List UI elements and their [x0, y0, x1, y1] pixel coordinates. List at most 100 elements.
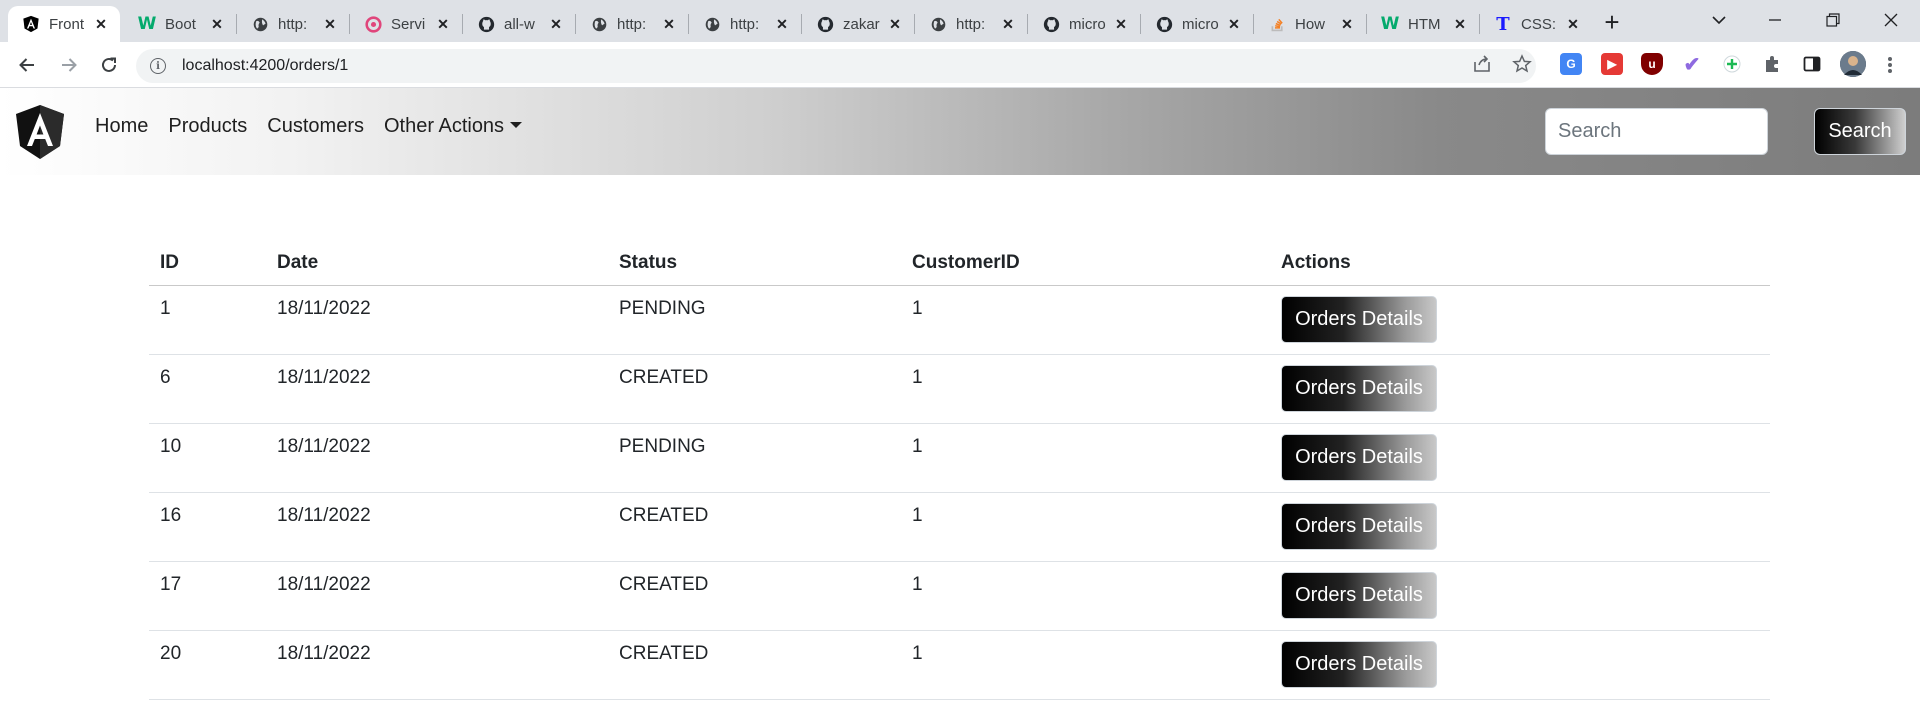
tab-search-icon[interactable]	[1696, 4, 1742, 36]
cell-customer-id: 1	[901, 491, 1270, 562]
browser-toolbar: i localhost:4200/orders/1 G ▶ u ✔	[0, 42, 1920, 88]
browser-tab[interactable]: http: ✕	[915, 6, 1027, 42]
table-row: 10 18/11/2022 PENDING 1 Orders Details	[149, 423, 1770, 493]
side-panel-icon[interactable]	[1801, 53, 1823, 75]
address-bar[interactable]: i localhost:4200/orders/1	[136, 49, 1536, 83]
close-icon[interactable]: ✕	[1112, 15, 1130, 33]
close-icon[interactable]: ✕	[1338, 15, 1356, 33]
tab-title: zakar	[843, 15, 880, 33]
orders-details-button[interactable]: Orders Details	[1281, 571, 1437, 619]
plus-extension-icon[interactable]	[1721, 53, 1743, 75]
github-icon	[816, 15, 834, 33]
close-icon[interactable]: ✕	[434, 15, 452, 33]
close-icon[interactable]: ✕	[999, 15, 1017, 33]
star-icon[interactable]	[1510, 52, 1534, 76]
tab-title: micro	[1069, 15, 1106, 33]
video-extension-icon[interactable]: ▶	[1601, 53, 1623, 75]
url-text: localhost:4200/orders/1	[182, 57, 349, 74]
tab-title: HTM	[1408, 15, 1441, 33]
browser-tab[interactable]: W Boot ✕	[124, 6, 236, 42]
browser-tab[interactable]: How ✕	[1254, 6, 1366, 42]
close-icon[interactable]: ✕	[321, 15, 339, 33]
new-tab-button[interactable]: +	[1598, 7, 1626, 37]
search-input[interactable]	[1545, 108, 1768, 155]
close-icon[interactable]: ✕	[886, 15, 904, 33]
cell-customer-id: 1	[901, 630, 1270, 700]
browser-tab[interactable]: http: ✕	[689, 6, 801, 42]
github-icon	[1155, 15, 1173, 33]
cell-date: 18/11/2022	[266, 561, 608, 631]
table-row: 1 18/11/2022 PENDING 1 Orders Details	[149, 285, 1770, 355]
translate-extension-icon[interactable]: G	[1560, 53, 1582, 75]
other-actions-dropdown[interactable]: Other Actions	[384, 115, 523, 138]
extensions-puzzle-icon[interactable]	[1761, 53, 1783, 75]
ublock-icon[interactable]: u	[1641, 53, 1663, 75]
stackoverflow-icon	[1268, 15, 1286, 33]
t-logo-icon: T	[1496, 13, 1510, 35]
cell-id: 1	[149, 285, 266, 355]
checkmark-extension-icon[interactable]: ✔	[1681, 53, 1703, 76]
reload-icon[interactable]	[94, 50, 124, 80]
github-icon	[477, 15, 495, 33]
cell-actions: Orders Details	[1270, 491, 1770, 562]
forward-arrow-icon[interactable]	[54, 50, 84, 80]
cell-status: PENDING	[608, 285, 901, 355]
minimize-icon[interactable]	[1752, 4, 1798, 36]
browser-tab[interactable]: micro ✕	[1028, 6, 1140, 42]
share-icon[interactable]	[1470, 52, 1494, 76]
close-icon[interactable]: ✕	[92, 15, 110, 33]
close-icon[interactable]: ✕	[1225, 15, 1243, 33]
close-icon[interactable]: ✕	[1564, 15, 1582, 33]
browser-tab[interactable]: http: ✕	[237, 6, 349, 42]
browser-tab-active[interactable]: Front ✕	[8, 6, 120, 42]
orders-details-button[interactable]: Orders Details	[1281, 433, 1437, 481]
cell-actions: Orders Details	[1270, 354, 1770, 424]
browser-tab[interactable]: zakar ✕	[802, 6, 914, 42]
search-button[interactable]: Search	[1814, 108, 1906, 155]
orders-details-button[interactable]: Orders Details	[1281, 364, 1437, 412]
close-icon[interactable]: ✕	[208, 15, 226, 33]
cell-date: 18/11/2022	[266, 491, 608, 562]
browser-tab[interactable]: micro ✕	[1141, 6, 1253, 42]
close-icon[interactable]: ✕	[1451, 15, 1469, 33]
close-window-icon[interactable]	[1868, 4, 1914, 36]
tab-title: CSS:	[1521, 15, 1557, 33]
tab-title: Boot	[165, 15, 196, 33]
browser-tab[interactable]: Servi ✕	[350, 6, 462, 42]
cell-id: 6	[149, 354, 266, 424]
globe-icon	[590, 15, 608, 33]
browser-menu-icon[interactable]	[1880, 55, 1900, 75]
profile-avatar[interactable]	[1840, 51, 1866, 77]
browser-tab[interactable]: all-w ✕	[463, 6, 575, 42]
table-row: 20 18/11/2022 CREATED 1 Orders Details	[149, 630, 1770, 700]
browser-tab[interactable]: http: ✕	[576, 6, 688, 42]
dropdown-label: Other Actions	[384, 115, 505, 137]
close-icon[interactable]: ✕	[660, 15, 678, 33]
browser-tab[interactable]: T CSS: ✕	[1480, 6, 1592, 42]
browser-tab[interactable]: W HTM ✕	[1367, 6, 1479, 42]
back-arrow-icon[interactable]	[12, 50, 42, 80]
cell-customer-id: 1	[901, 423, 1270, 493]
orders-table: ID Date Status CustomerID Actions 1 18/1…	[149, 241, 1770, 700]
cell-customer-id: 1	[901, 354, 1270, 424]
orders-details-button[interactable]: Orders Details	[1281, 640, 1437, 688]
nav-link-customers[interactable]: Customers	[267, 115, 364, 138]
site-info-icon[interactable]: i	[150, 58, 166, 74]
nav-link-home[interactable]: Home	[95, 115, 148, 138]
cell-id: 16	[149, 491, 266, 562]
close-icon[interactable]: ✕	[773, 15, 791, 33]
angular-icon	[22, 15, 40, 33]
globe-icon	[929, 15, 947, 33]
close-icon[interactable]: ✕	[547, 15, 565, 33]
nav-link-products[interactable]: Products	[168, 115, 247, 138]
w3schools-icon: W	[1380, 14, 1400, 34]
orders-details-button[interactable]: Orders Details	[1281, 295, 1437, 343]
cell-status: PENDING	[608, 423, 901, 493]
angular-logo-icon[interactable]	[14, 104, 66, 160]
cell-date: 18/11/2022	[266, 423, 608, 493]
globe-icon	[703, 15, 721, 33]
tab-title: http:	[956, 15, 986, 33]
orders-details-button[interactable]: Orders Details	[1281, 502, 1437, 550]
cell-status: CREATED	[608, 491, 901, 562]
restore-icon[interactable]	[1810, 4, 1856, 36]
